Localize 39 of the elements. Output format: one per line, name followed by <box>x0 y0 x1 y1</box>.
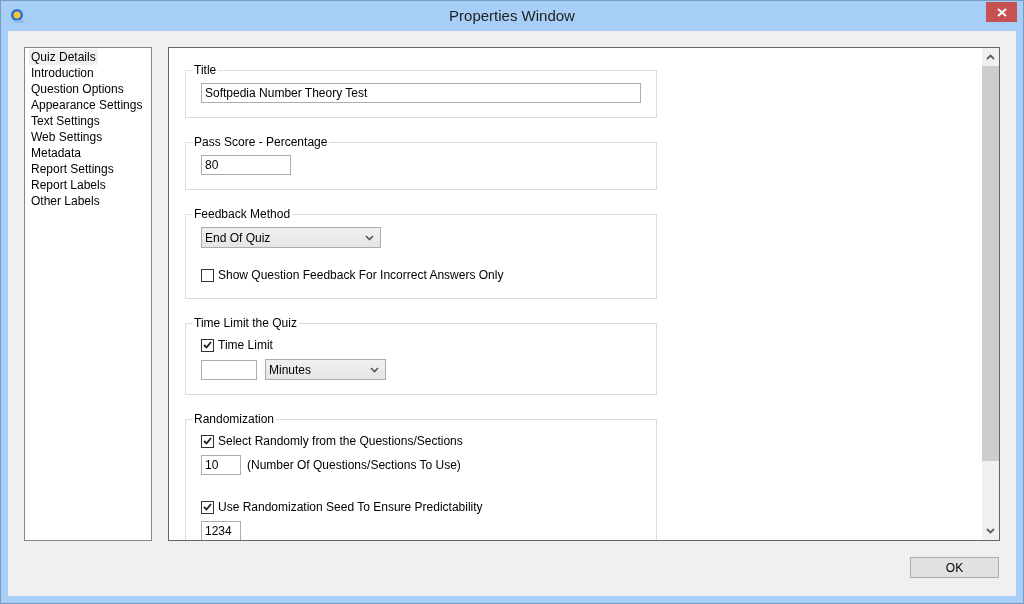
sidebar-item[interactable]: Web Settings <box>29 129 105 145</box>
scrollbar[interactable] <box>982 48 999 540</box>
checkbox-label: Show Question Feedback For Incorrect Answers Only <box>218 267 504 284</box>
close-button[interactable] <box>986 2 1017 22</box>
sidebar-item[interactable]: Question Options <box>29 81 126 97</box>
sidebar-item[interactable]: Other Labels <box>29 193 102 209</box>
ok-button[interactable]: OK <box>910 557 999 578</box>
app-logo-icon <box>10 8 26 24</box>
checkbox-label: Time Limit <box>218 337 273 354</box>
chevron-down-icon <box>370 366 379 373</box>
field-note: (Number Of Questions/Sections To Use) <box>247 457 461 474</box>
group-title: Pass Score - Percentage <box>192 134 330 150</box>
input-field[interactable] <box>201 359 257 380</box>
group-title: Time Limit the Quiz <box>192 315 299 331</box>
checkbox[interactable] <box>201 434 214 448</box>
scroll-down-icon[interactable] <box>986 528 995 534</box>
scroll-up-icon[interactable] <box>986 54 995 60</box>
checkbox[interactable] <box>201 268 214 282</box>
scrollbar-thumb[interactable] <box>982 66 999 461</box>
dropdown[interactable]: End Of Quiz <box>201 227 381 248</box>
close-icon <box>996 7 1007 17</box>
sidebar-item[interactable]: Report Settings <box>29 161 116 177</box>
checkbox[interactable] <box>201 338 214 352</box>
sidebar-item[interactable]: Metadata <box>29 145 84 161</box>
input-field[interactable]: 10 <box>201 455 241 475</box>
input-field[interactable]: 80 <box>201 155 291 175</box>
window-title: Properties Window <box>448 5 576 26</box>
sidebar-item[interactable]: Text Settings <box>29 113 102 129</box>
chevron-down-icon <box>365 234 374 241</box>
dropdown[interactable]: Minutes <box>265 359 386 380</box>
sidebar-item[interactable]: Report Labels <box>29 177 108 193</box>
sidebar-item[interactable]: Introduction <box>29 65 96 81</box>
input-field[interactable]: 1234 <box>201 521 241 540</box>
sidebar-item[interactable]: Appearance Settings <box>29 97 145 113</box>
input-field[interactable]: Softpedia Number Theory Test <box>201 83 641 103</box>
checkbox-label: Select Randomly from the Questions/Sections <box>218 433 463 450</box>
sidebar-item[interactable]: Quiz Details <box>29 49 98 65</box>
checkbox-label: Use Randomization Seed To Ensure Predictability <box>218 499 483 516</box>
checkbox[interactable] <box>201 500 214 514</box>
